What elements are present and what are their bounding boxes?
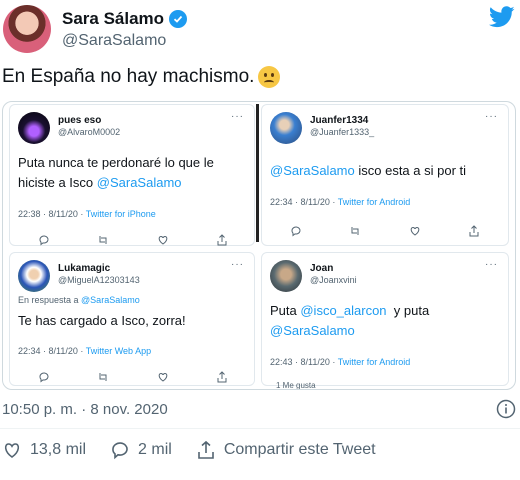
- reply-prefix: En respuesta a: [18, 295, 82, 305]
- mention: @SaraSalamo: [270, 163, 355, 178]
- author-name[interactable]: Sara Sálamo: [62, 9, 164, 29]
- meta-time: 22:34 · 8/11/20 ·: [18, 346, 86, 356]
- frowning-face-icon: [258, 66, 281, 88]
- embedded-tweet-text: Puta @isco_alarcon y puta @SaraSalamo: [270, 301, 429, 341]
- meta-time: 22:34 · 8/11/20 ·: [270, 197, 338, 207]
- more-icon: ···: [231, 111, 244, 122]
- share-button[interactable]: Compartir este Tweet: [196, 440, 376, 460]
- retweet-icon: [99, 236, 107, 244]
- share-icon: [217, 234, 227, 246]
- embedded-meta: 22:38 · 8/11/20 · Twitter for iPhone: [18, 209, 156, 219]
- reply-button[interactable]: 2 mil: [110, 440, 172, 460]
- tweet-timestamp[interactable]: 10:50 p. m. · 8 nov. 2020: [2, 401, 168, 418]
- embedded-author-handle: @AlvaroM0002: [58, 127, 121, 137]
- embedded-actions: [38, 234, 228, 246]
- text-span: Puta: [270, 303, 301, 318]
- embedded-tweet[interactable]: Juanfer1334 @Juanfer1333_ ··· @SaraSalam…: [261, 104, 509, 246]
- meta-time: 22:38 · 8/11/20 ·: [18, 209, 86, 219]
- mention: @SaraSalamo: [270, 323, 355, 338]
- info-icon[interactable]: [496, 399, 516, 419]
- text-span: y puta: [386, 303, 430, 318]
- reply-icon: [39, 235, 49, 246]
- reply-icon: [112, 442, 128, 460]
- retweet-icon: [99, 373, 107, 381]
- twitter-bird-icon[interactable]: [489, 6, 515, 28]
- meta-source: Twitter for Android: [337, 357, 411, 367]
- mention: @isco_alarcon: [300, 303, 387, 318]
- text-line: Puta @isco_alarcon y puta: [270, 301, 429, 321]
- heart-icon: [158, 235, 167, 245]
- embedded-tweet[interactable]: Joan @Joanxvini ··· Puta @isco_alarcon y…: [261, 252, 509, 389]
- avatar: [270, 112, 302, 144]
- heart-icon: [158, 372, 167, 382]
- embedded-actions: [290, 225, 480, 237]
- share-icon: [198, 440, 214, 459]
- author-avatar[interactable]: [3, 5, 51, 53]
- heart-icon: [410, 226, 419, 236]
- retweet-icon: [351, 227, 359, 235]
- embedded-author-name: Lukamagic: [58, 263, 111, 274]
- heart-icon: [4, 443, 20, 458]
- meta-source: Twitter for iPhone: [85, 209, 156, 219]
- author-handle[interactable]: @SaraSalamo: [62, 32, 166, 50]
- embedded-meta: 22:34 · 8/11/20 · Twitter for Android: [270, 197, 410, 207]
- meta-time: 22:43 · 8/11/20 ·: [270, 357, 338, 367]
- embedded-actions: [38, 371, 228, 383]
- embedded-author-handle: @Joanxvini: [310, 275, 357, 285]
- reply-to: @SaraSalamo: [81, 295, 140, 305]
- divider: [0, 428, 520, 429]
- text-line: Puta nunca te perdonaré lo que le: [18, 155, 214, 170]
- avatar: [18, 260, 50, 292]
- tweet-body: En España no hay machismo.: [2, 66, 255, 87]
- more-icon: ···: [485, 259, 498, 270]
- verified-icon: [169, 10, 188, 28]
- text-line: @SaraSalamo: [270, 321, 429, 341]
- embedded-author-handle: @MiguelA12303143: [58, 275, 140, 285]
- like-count: 1 Me gusta: [276, 381, 316, 390]
- more-icon: ···: [231, 259, 244, 270]
- author-name-row[interactable]: Sara Sálamo: [62, 9, 188, 29]
- meta-source: Twitter for Android: [337, 197, 411, 207]
- embedded-screenshot[interactable]: pues eso @AlvaroM0002 ··· Puta nunca te …: [2, 101, 516, 390]
- tweet-text: En España no hay machismo.: [2, 66, 281, 88]
- embedded-author-handle: @Juanfer1333_: [310, 127, 375, 137]
- embedded-tweet-text: Puta nunca te perdonaré lo que le hicist…: [18, 153, 214, 193]
- tweet-actions: 13,8 mil 2 mil Compartir este Tweet: [2, 440, 400, 460]
- embedded-tweet[interactable]: pues eso @AlvaroM0002 ··· Puta nunca te …: [9, 104, 255, 246]
- mention: @SaraSalamo: [96, 175, 182, 190]
- text-span: hiciste a Isco: [18, 175, 97, 190]
- share-icon: [217, 371, 227, 383]
- reply-icon: [291, 226, 301, 237]
- like-count: 13,8 mil: [30, 441, 87, 458]
- reply-count: 2 mil: [138, 441, 172, 458]
- more-icon: ···: [485, 111, 498, 122]
- embedded-tweet-text: Te has cargado a Isco, zorra!: [18, 313, 186, 328]
- embedded-author-name: Joan: [310, 263, 334, 274]
- share-label: Compartir este Tweet: [223, 441, 376, 458]
- embedded-tweet[interactable]: Lukamagic @MiguelA12303143 ··· En respue…: [9, 252, 255, 386]
- text-line: hiciste a Isco @SaraSalamo: [18, 173, 214, 193]
- text-span: isco esta a si por ti: [354, 163, 467, 178]
- avatar: [18, 112, 50, 144]
- meta-source: Twitter Web App: [85, 346, 152, 356]
- embedded-meta: 22:43 · 8/11/20 · Twitter for Android: [270, 357, 410, 367]
- like-button[interactable]: 13,8 mil: [2, 440, 86, 460]
- reply-context: En respuesta a @SaraSalamo: [18, 295, 140, 305]
- embedded-author-name: Juanfer1334: [310, 115, 369, 126]
- divider: [256, 104, 259, 242]
- embedded-tweet-text: @SaraSalamo isco esta a si por ti: [270, 161, 466, 181]
- embedded-meta: 22:34 · 8/11/20 · Twitter Web App: [18, 346, 151, 356]
- reply-icon: [39, 372, 49, 383]
- avatar: [270, 260, 302, 292]
- share-icon: [469, 225, 479, 237]
- tweet-header: Sara Sálamo @SaraSalamo: [0, 0, 520, 56]
- embedded-author-name: pues eso: [58, 115, 102, 126]
